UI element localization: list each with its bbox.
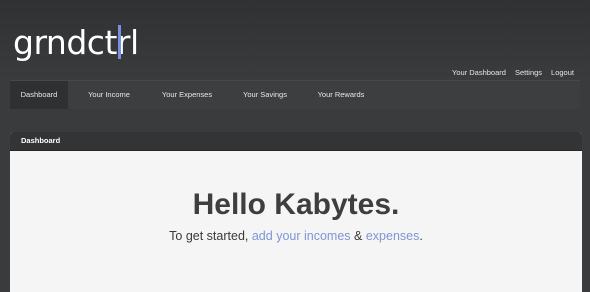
logo-cursor-bar — [118, 25, 121, 59]
greeting-heading: Hello Kabytes. — [192, 188, 400, 221]
intro-text: To get started, add your incomes & expen… — [10, 228, 582, 244]
top-links: Your Dashboard Settings Logout — [452, 68, 574, 77]
expenses-link[interactable]: expenses — [366, 229, 420, 243]
add-incomes-link[interactable]: add your incomes — [252, 229, 351, 243]
intro-ampersand: & — [354, 229, 363, 243]
your-dashboard-link[interactable]: Your Dashboard — [452, 68, 506, 77]
nav-your-expenses[interactable]: Your Expenses — [155, 81, 219, 109]
nav-your-savings[interactable]: Your Savings — [236, 81, 294, 109]
nav-dashboard[interactable]: Dashboard — [10, 81, 68, 109]
nav-your-rewards[interactable]: Your Rewards — [310, 81, 372, 109]
intro-suffix: . — [419, 229, 423, 243]
panel-title: Dashboard — [10, 132, 582, 151]
app-header: grndctrl Your Dashboard Settings Logout — [0, 0, 590, 80]
intro-prefix: To get started, — [169, 229, 249, 243]
main-nav: Dashboard Your Income Your Expenses Your… — [10, 80, 580, 109]
logout-link[interactable]: Logout — [551, 68, 574, 77]
settings-link[interactable]: Settings — [515, 68, 542, 77]
nav-your-income[interactable]: Your Income — [80, 81, 138, 109]
dashboard-panel: Dashboard Hello Kabytes. To get started,… — [10, 132, 582, 292]
